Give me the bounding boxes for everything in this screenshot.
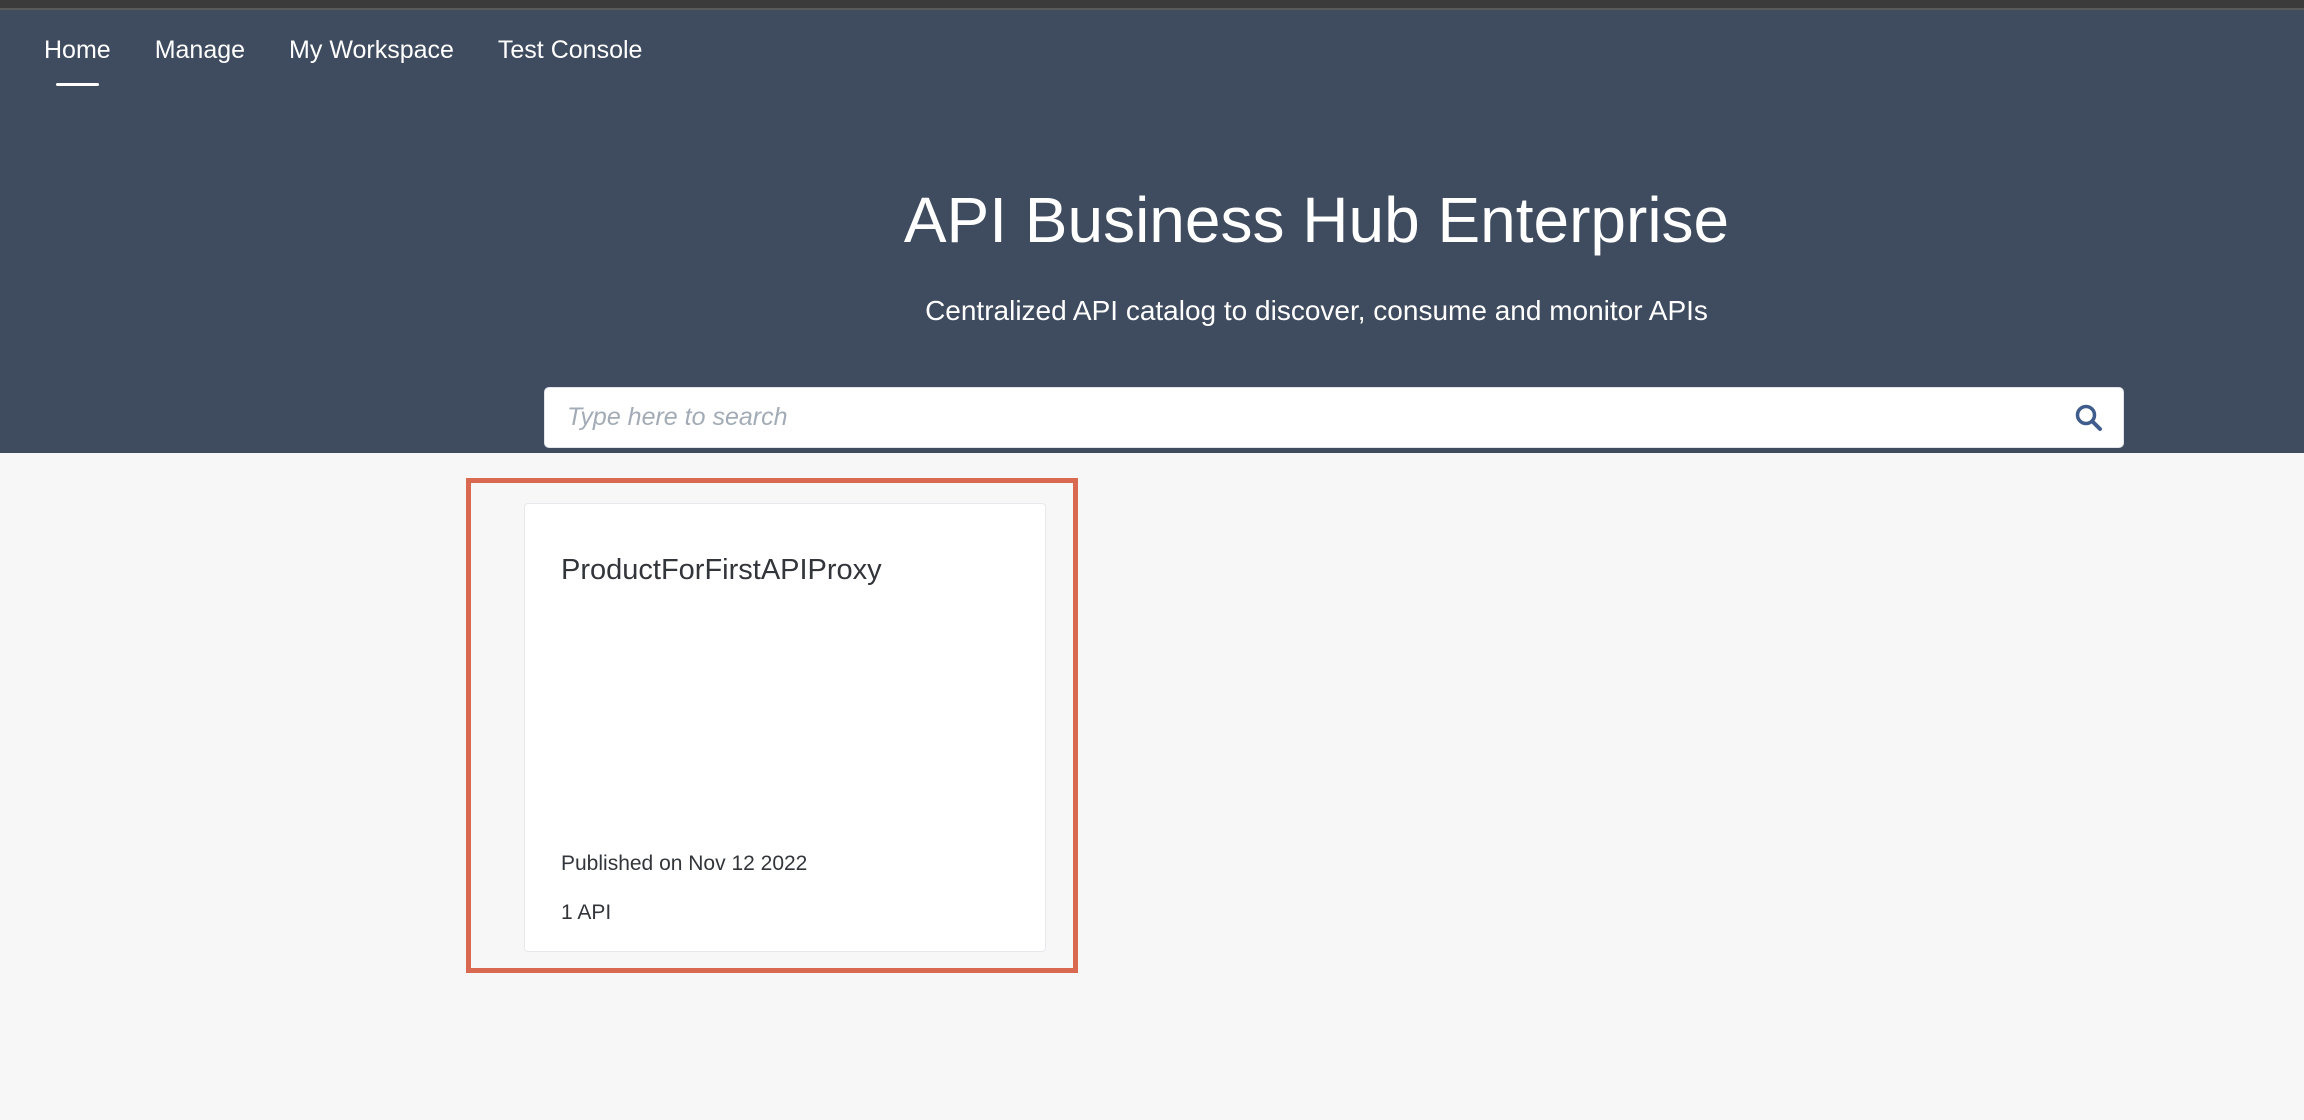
product-title: ProductForFirstAPIProxy — [561, 554, 882, 586]
search-icon — [2075, 404, 2102, 431]
browser-top-strip — [0, 0, 2304, 10]
published-date: Published on Nov 12 2022 — [561, 852, 808, 875]
tab-home[interactable]: Home — [44, 34, 111, 86]
top-navigation: Home Manage My Workspace Test Console — [44, 34, 643, 86]
product-card[interactable]: ProductForFirstAPIProxy Published on Nov… — [524, 503, 1046, 952]
tab-test-console[interactable]: Test Console — [498, 34, 643, 66]
search-button[interactable] — [2073, 402, 2105, 434]
search-bar — [544, 387, 2124, 448]
search-input[interactable] — [567, 388, 2037, 447]
page-title: API Business Hub Enterprise — [903, 184, 1730, 256]
tab-my-workspace[interactable]: My Workspace — [289, 34, 454, 66]
page-subtitle: Centralized API catalog to discover, con… — [925, 295, 1708, 326]
tab-manage[interactable]: Manage — [155, 34, 245, 66]
api-count: 1 API — [561, 901, 612, 924]
header-banner: Home Manage My Workspace Test Console AP… — [0, 10, 2304, 453]
